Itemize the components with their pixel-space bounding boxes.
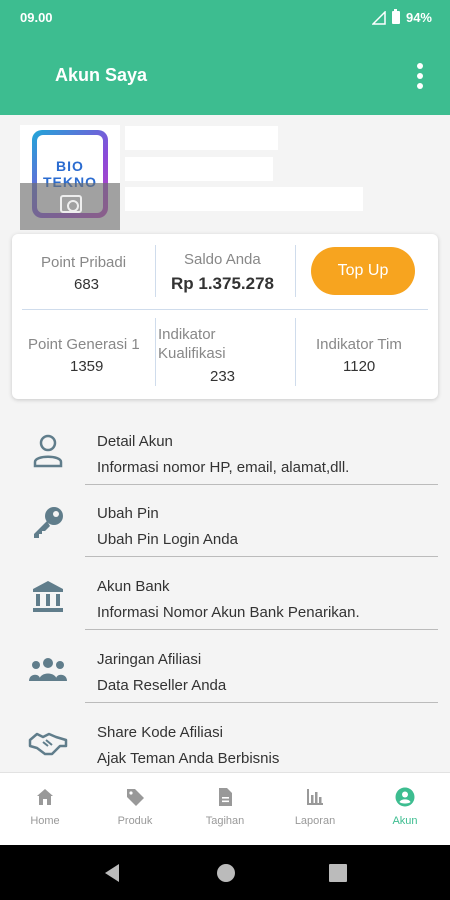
menu-item-subtitle: Informasi Nomor Akun Bank Penarikan.: [97, 604, 360, 621]
saldo-label: Saldo Anda: [184, 251, 261, 268]
status-bar: 09.00 94%: [0, 0, 450, 35]
nav-laporan[interactable]: Laporan: [270, 773, 360, 846]
logo-text-1: BIO: [56, 158, 84, 174]
divider: [155, 245, 156, 297]
nav-tagihan[interactable]: Tagihan: [180, 773, 270, 846]
tag-icon: [127, 789, 144, 806]
recents-icon[interactable]: [329, 864, 347, 882]
profile-detail-field: [125, 187, 363, 211]
indikator-kualifikasi-label: Indikator: [158, 326, 216, 343]
indikator-tim-label: Indikator Tim: [316, 336, 402, 353]
indikator-kualifikasi-value: 233: [210, 368, 236, 385]
profile-name-field: [125, 126, 278, 150]
nav-label: Home: [30, 815, 60, 827]
menu-item-subtitle: Ubah Pin Login Anda: [97, 531, 238, 548]
point-generasi-value: 1359: [70, 358, 104, 375]
divider: [85, 556, 438, 557]
divider: [295, 245, 296, 297]
indikator-kualifikasi-label: Kualifikasi: [158, 345, 226, 362]
bar-chart-icon: [307, 789, 323, 805]
battery-level: 94%: [405, 10, 432, 25]
nav-label: Akun: [392, 815, 418, 827]
nav-label: Tagihan: [205, 815, 245, 827]
home-icon: [37, 789, 53, 805]
back-icon[interactable]: [103, 863, 121, 883]
profile-avatar[interactable]: BIO TEKNO: [20, 125, 120, 230]
system-navigation-bar: [0, 845, 450, 900]
battery-icon: [391, 9, 400, 24]
saldo-value: Rp 1.375.278: [171, 274, 275, 293]
app-bar: Akun Saya: [0, 35, 450, 115]
divider: [22, 309, 428, 310]
menu-item-title: Share Kode Afiliasi: [97, 724, 223, 741]
menu-item-title: Detail Akun: [97, 433, 173, 450]
indikator-tim-value: 1120: [343, 358, 376, 375]
menu-item-title: Akun Bank: [97, 578, 170, 595]
bank-icon: [33, 581, 63, 612]
more-options-icon[interactable]: [416, 63, 424, 89]
divider: [85, 629, 438, 630]
divider: [295, 318, 296, 386]
menu-item-subtitle: Ajak Teman Anda Berbisnis: [97, 750, 280, 767]
profile-header: BIO TEKNO: [0, 115, 450, 230]
menu-item-title: Jaringan Afiliasi: [97, 651, 202, 668]
divider: [85, 702, 438, 703]
document-icon: [219, 788, 232, 806]
key-icon: [34, 507, 63, 538]
menu-item-subtitle: Informasi nomor HP, email, alamat,dll.: [97, 459, 350, 476]
nav-label: Produk: [117, 815, 153, 827]
menu-item-subtitle: Data Reseller Anda: [97, 677, 227, 694]
point-generasi-label: Point Generasi 1: [28, 336, 140, 353]
nav-akun[interactable]: Akun: [360, 773, 450, 846]
signal-icon: [371, 10, 386, 25]
menu-item-share-kode-afiliasi[interactable]: Share Kode Afiliasi Ajak Teman Anda Berb…: [0, 704, 450, 776]
status-time: 09.00: [20, 10, 53, 25]
top-up-button[interactable]: Top Up: [311, 247, 415, 295]
home-circle-icon[interactable]: [216, 863, 236, 883]
menu-item-ubah-pin[interactable]: Ubah Pin Ubah Pin Login Anda: [0, 485, 450, 557]
menu-item-jaringan-afiliasi[interactable]: Jaringan Afiliasi Data Reseller Anda: [0, 631, 450, 703]
nav-produk[interactable]: Produk: [90, 773, 180, 846]
menu-item-title: Ubah Pin: [97, 505, 159, 522]
nav-home[interactable]: Home: [0, 773, 90, 846]
divider: [155, 318, 156, 386]
stats-card: Point Pribadi 683 Saldo Anda Rp 1.375.27…: [12, 234, 438, 399]
menu-item-detail-akun[interactable]: Detail Akun Informasi nomor HP, email, a…: [0, 413, 450, 485]
menu-item-akun-bank[interactable]: Akun Bank Informasi Nomor Akun Bank Pena…: [0, 558, 450, 630]
user-icon: [33, 434, 63, 468]
account-circle-icon: [395, 787, 415, 807]
camera-icon[interactable]: [60, 195, 82, 213]
point-pribadi-label: Point Pribadi: [41, 254, 127, 271]
group-icon: [29, 658, 67, 681]
page-title: Akun Saya: [55, 65, 148, 85]
point-pribadi-value: 683: [74, 276, 100, 293]
nav-label: Laporan: [294, 815, 336, 827]
bottom-navigation: Home Produk Tagihan Laporan Akun: [0, 772, 450, 845]
profile-id-field: [125, 157, 273, 181]
handshake-icon: [28, 732, 68, 756]
